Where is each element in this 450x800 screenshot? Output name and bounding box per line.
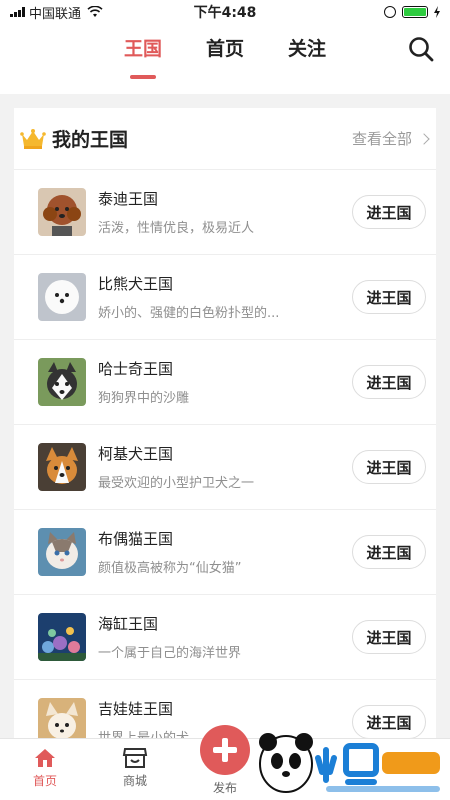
- carrier-name: 中国联通: [29, 6, 82, 22]
- enter-kingdom-button[interactable]: 进王国: [352, 620, 426, 654]
- tabbar-home-label: 首页: [32, 774, 57, 788]
- ragdoll-avatar: [38, 528, 86, 576]
- rotation-lock-icon: [384, 6, 396, 18]
- kingdom-name: 布偶猫王国: [98, 530, 174, 548]
- shop-icon: [122, 748, 148, 768]
- charging-icon: [434, 6, 440, 18]
- enter-kingdom-button[interactable]: 进王国: [352, 450, 426, 484]
- tabbar-home[interactable]: 首页: [15, 747, 75, 789]
- kingdom-name: 比熊犬王国: [98, 275, 174, 293]
- kingdom-desc: 最受欢迎的小型护卫犬之一: [98, 476, 255, 491]
- husky-avatar: [38, 358, 86, 406]
- kingdom-name: 泰迪王国: [98, 190, 159, 208]
- search-icon[interactable]: [408, 36, 434, 62]
- status-bar: 中国联通 下午4:48: [0, 0, 450, 24]
- publish-button[interactable]: [200, 725, 250, 775]
- top-nav: 王国 首页 关注: [0, 24, 450, 94]
- enter-kingdom-button[interactable]: 进王国: [352, 280, 426, 314]
- kingdom-name: 海缸王国: [98, 615, 159, 633]
- watermark-logo: [259, 733, 440, 793]
- enter-kingdom-button[interactable]: 进王国: [352, 365, 426, 399]
- section-title: 我的王国: [52, 129, 129, 151]
- kingdom-row-ragdoll[interactable]: 布偶猫王国 颜值极高被称为“仙女猫” 进王国: [14, 510, 436, 595]
- home-icon: [35, 749, 55, 767]
- aquarium-avatar: [38, 613, 86, 661]
- kingdom-desc: 颜值极高被称为“仙女猫”: [98, 561, 242, 576]
- kingdom-row-husky[interactable]: 哈士奇王国 狗狗界中的沙雕 进王国: [14, 340, 436, 425]
- crown-icon: [20, 128, 46, 149]
- wifi-icon: [87, 6, 103, 17]
- kingdom-name: 吉娃娃王国: [98, 700, 174, 718]
- kingdom-desc: 一个属于自己的海洋世界: [98, 646, 242, 661]
- card-header: 我的王国 查看全部: [14, 108, 436, 170]
- bichon-avatar: [38, 273, 86, 321]
- view-all-label: 查看全部: [351, 130, 412, 148]
- kingdom-desc: 狗狗界中的沙雕: [98, 391, 190, 406]
- corgi-avatar: [38, 443, 86, 491]
- kingdom-desc: 娇小的、强健的白色粉扑型的...: [98, 306, 280, 321]
- nav-tabs: 王国 首页 关注: [0, 34, 450, 73]
- kingdom-row-teddy[interactable]: 泰迪王国 活泼，性情优良，极易近人 进王国: [14, 170, 436, 255]
- tab-follow[interactable]: 关注: [288, 34, 326, 73]
- tabbar-shop-label: 商城: [122, 774, 147, 788]
- tab-kingdom[interactable]: 王国: [124, 34, 162, 73]
- my-kingdom-card: 我的王国 查看全部 泰迪王国 活泼，性情优良，极易近人 进王国 比熊犬王国 娇小…: [14, 108, 436, 748]
- kingdom-name: 柯基犬王国: [98, 445, 174, 463]
- kingdom-desc: 活泼，性情优良，极易近人: [98, 221, 255, 236]
- signal-icon: [10, 7, 25, 17]
- chevron-right-icon: [418, 132, 430, 145]
- tab-home[interactable]: 首页: [206, 34, 244, 73]
- kingdom-row-corgi[interactable]: 柯基犬王国 最受欢迎的小型护卫犬之一 进王国: [14, 425, 436, 510]
- kingdom-row-aquarium[interactable]: 海缸王国 一个属于自己的海洋世界 进王国: [14, 595, 436, 680]
- publish-label: 发布: [212, 781, 237, 795]
- teddy-avatar: [38, 188, 86, 236]
- bottom-tab-bar: 首页 商城 发布: [0, 725, 450, 800]
- view-all-link[interactable]: 查看全部: [351, 128, 430, 149]
- kingdom-name: 哈士奇王国: [98, 360, 174, 378]
- battery-icon: [402, 6, 428, 18]
- enter-kingdom-button[interactable]: 进王国: [352, 535, 426, 569]
- tabbar-shop[interactable]: 商城: [105, 747, 165, 789]
- kingdom-row-bichon[interactable]: 比熊犬王国 娇小的、强健的白色粉扑型的... 进王国: [14, 255, 436, 340]
- enter-kingdom-button[interactable]: 进王国: [352, 195, 426, 229]
